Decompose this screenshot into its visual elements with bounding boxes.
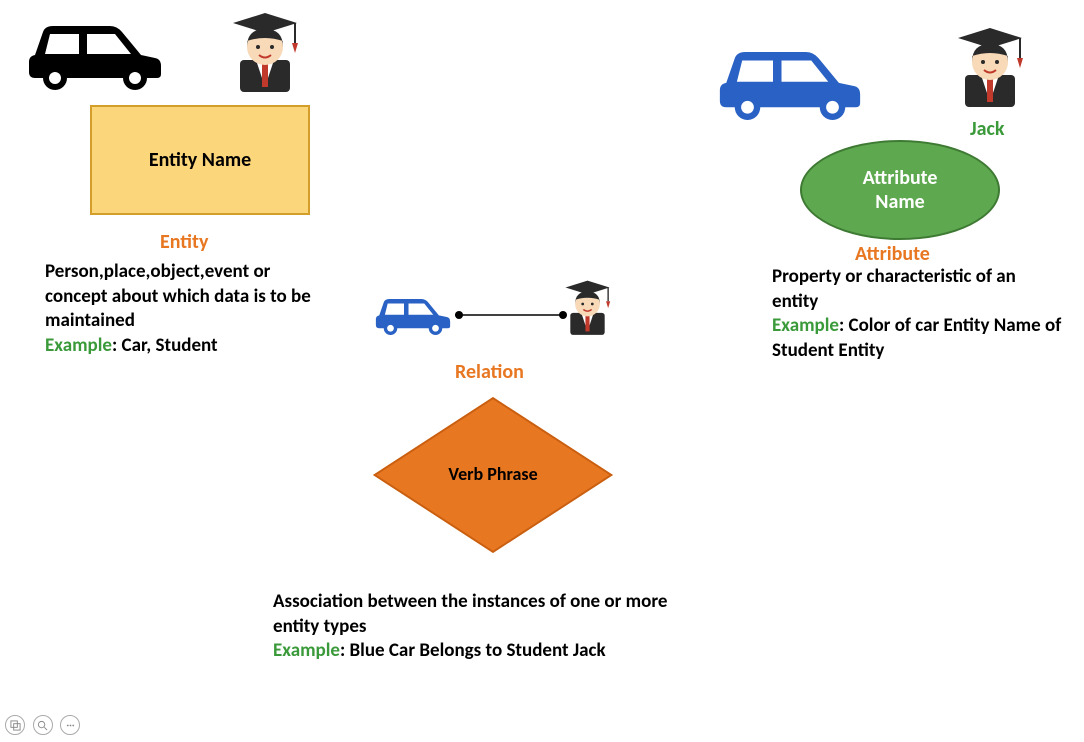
entity-example-text: : Car, Student [112,334,218,357]
attribute-title: Attribute [855,242,930,266]
attribute-ellipse-label: Attribute Name [863,166,938,214]
relation-diamond-label: Verb Phrase [448,464,537,486]
attribute-example-label: Example [772,314,839,337]
car-blue-small-icon [368,285,458,345]
relation-description: Association between the instances of one… [273,590,667,638]
relation-line [455,310,575,320]
relation-example-text: : Blue Car Belongs to Student Jack [340,639,606,662]
relation-title: Relation [455,360,524,384]
student-icon-3 [950,20,1030,115]
attribute-description: Property or characteristic of an entity [772,265,1016,313]
car-blue-icon [700,35,880,125]
copy-icon[interactable] [5,715,25,735]
student-icon-1 [225,5,305,100]
relation-description-block: Association between the instances of one… [273,590,703,664]
entity-example-label: Example [45,334,112,357]
attribute-ellipse: Attribute Name [800,140,1000,240]
relation-diamond: Verb Phrase [393,400,593,550]
attribute-name-label: Jack [970,117,1004,141]
bottom-controls [5,715,84,736]
entity-description-block: Person,place,object,event or concept abo… [45,260,335,359]
student-icon-2 [560,275,615,342]
entity-box-label: Entity Name [149,148,251,172]
relation-example-label: Example [273,639,340,662]
attribute-description-block: Property or characteristic of an entity … [772,265,1062,364]
car-black-icon [15,10,175,95]
entity-box: Entity Name [90,105,310,215]
zoom-icon[interactable] [33,715,53,735]
entity-title: Entity [160,230,208,254]
more-icon[interactable] [60,715,80,735]
entity-description: Person,place,object,event or concept abo… [45,260,311,332]
